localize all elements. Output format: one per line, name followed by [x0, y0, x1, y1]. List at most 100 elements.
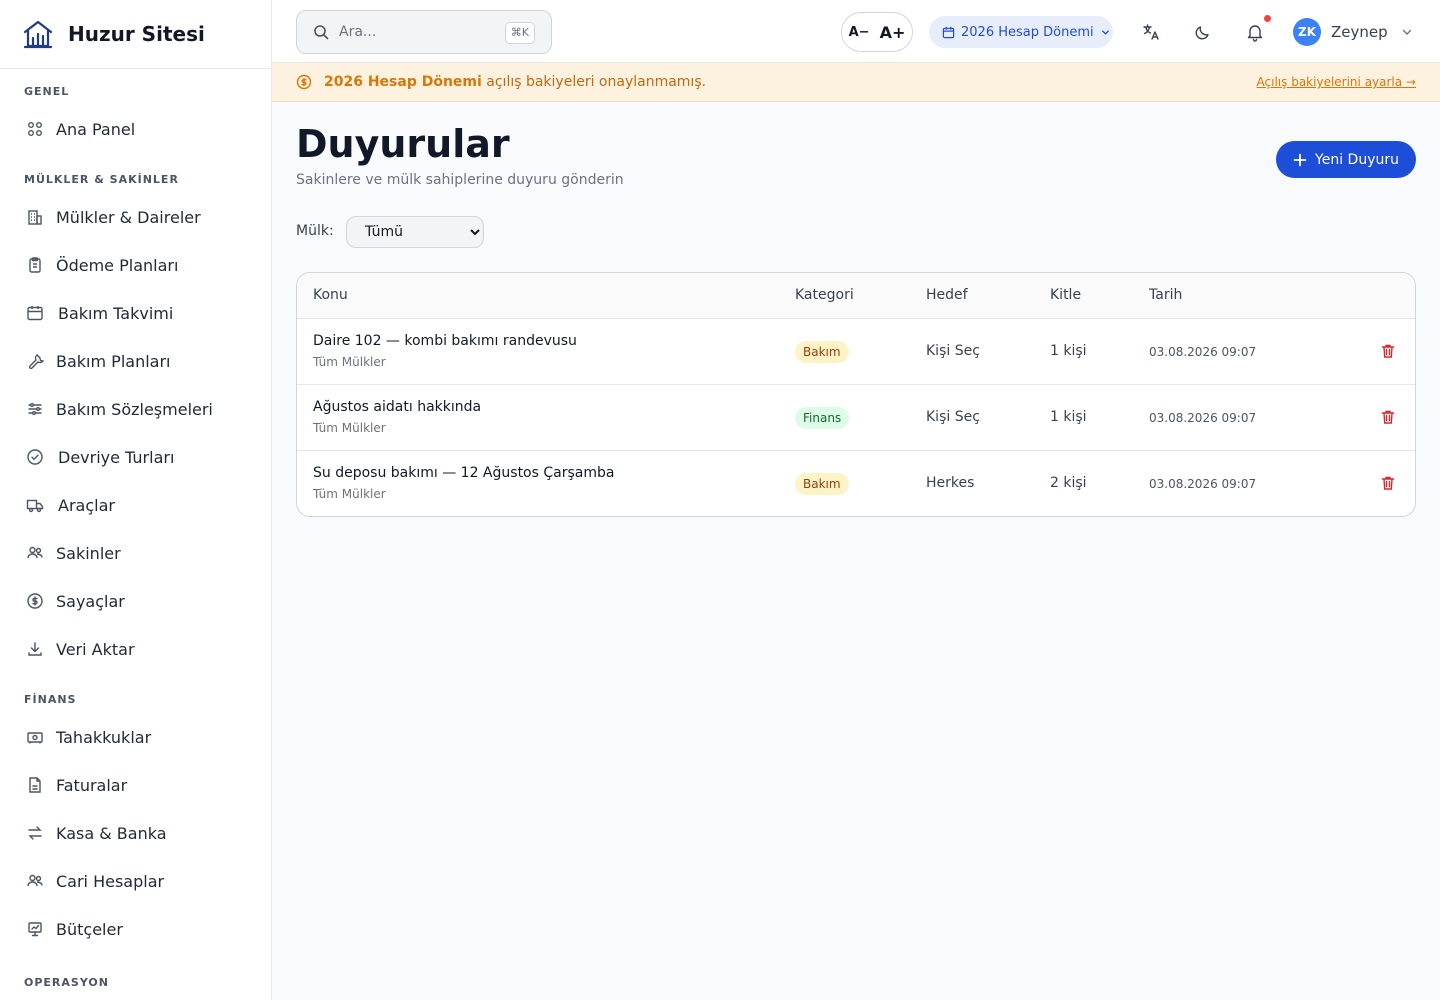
grid-icon [28, 122, 42, 136]
sidebar-item-label: Faturalar [56, 775, 128, 795]
sidebar-item-label: Ana Panel [56, 119, 136, 139]
warning-banner: 2026 Hesap Dönemi açılış bakiyeleri onay… [272, 63, 1440, 102]
building-chart-icon [23, 20, 53, 49]
download-icon [28, 642, 42, 656]
sidebar-item-odeme-planlari[interactable]: Ödeme Planları [0, 241, 271, 289]
period-selector[interactable]: 2026 Hesap Dönemi [929, 16, 1113, 48]
sidebar-item-label: Ödeme Planları [56, 255, 179, 275]
date-cell: 03.08.2026 09:07 [1149, 477, 1257, 491]
category-badge: Bakım [795, 341, 849, 363]
sidebar-item-ana-panel[interactable]: Ana Panel [0, 105, 271, 153]
sidebar-item-label: Araçlar [58, 495, 115, 515]
file-icon [29, 777, 41, 793]
banknote-icon [27, 732, 43, 744]
sidebar-item-label: Cari Hesaplar [56, 871, 165, 891]
new-announcement-button[interactable]: Yeni Duyuru [1276, 141, 1416, 178]
sidebar-item-label: Bakım Takvimi [58, 303, 174, 323]
sidebar-item-label: Bütçeler [56, 919, 123, 939]
audience-cell: 2 kişi [1050, 475, 1087, 491]
page-title: Duyurular [296, 122, 510, 166]
bell-icon[interactable] [1245, 22, 1265, 42]
new-announcement-label: Yeni Duyuru [1315, 151, 1399, 168]
banner-bold-text: 2026 Hesap Dönemi [324, 74, 482, 90]
date-cell: 03.08.2026 09:07 [1149, 411, 1257, 425]
avatar: ZK [1293, 18, 1321, 46]
sidebar: Huzur Sitesi GENEL Ana Panel MÜLKLER & S… [0, 0, 272, 1000]
sidebar-item-label: Bakım Sözleşmeleri [56, 399, 213, 419]
nav-section-mulkler: MÜLKLER & SAKİNLER [24, 173, 179, 186]
font-decrease-button[interactable]: A− [849, 25, 870, 40]
trash-icon[interactable] [1380, 343, 1396, 359]
sidebar-item-araclar[interactable]: Araçlar [0, 481, 271, 529]
calendar-icon [27, 306, 43, 321]
property-filter-select[interactable]: Tümü [346, 216, 484, 248]
announcement-scope: Tüm Mülkler [313, 421, 386, 435]
sidebar-item-label: Tahakkuklar [56, 727, 152, 747]
target-cell: Kişi Seç [926, 409, 980, 425]
announcement-subject: Su deposu bakımı — 12 Ağustos Çarşamba [313, 465, 615, 481]
category-badge: Bakım [795, 473, 849, 495]
sidebar-item-bakim-sozlesmeleri[interactable]: Bakım Sözleşmeleri [0, 385, 271, 433]
announcement-scope: Tüm Mülkler [313, 487, 386, 501]
column-header-audience: Kitle [1050, 287, 1082, 303]
search-input[interactable]: Ara... [339, 24, 376, 40]
announcement-scope: Tüm Mülkler [313, 355, 386, 369]
table-row[interactable]: Su deposu bakımı — 12 Ağustos Çarşamba T… [297, 451, 1415, 516]
sidebar-item-faturalar[interactable]: Faturalar [0, 761, 271, 809]
sidebar-item-veri-aktar[interactable]: Veri Aktar [0, 625, 271, 673]
sidebar-item-label: Mülkler & Daireler [56, 207, 201, 227]
sidebar-item-cari-hesaplar[interactable]: Cari Hesaplar [0, 857, 271, 905]
period-label: 2026 Hesap Dönemi [961, 24, 1094, 40]
announcement-subject: Daire 102 — kombi bakımı randevusu [313, 333, 577, 349]
chevron-down-icon [1101, 29, 1109, 35]
truck-icon [26, 499, 44, 513]
sidebar-item-tahakkuklar[interactable]: Tahakkuklar [0, 713, 271, 761]
brand[interactable]: Huzur Sitesi [0, 0, 271, 69]
table-row[interactable]: Ağustos aidatı hakkında Tüm Mülkler Fina… [297, 385, 1415, 451]
check-circle-icon [27, 449, 43, 465]
sidebar-item-sakinler[interactable]: Sakinler [0, 529, 271, 577]
translate-icon[interactable] [1141, 22, 1161, 42]
trash-icon[interactable] [1380, 409, 1396, 425]
audience-cell: 1 kişi [1050, 343, 1087, 359]
user-name: Zeynep [1331, 23, 1388, 41]
plus-icon [1293, 153, 1307, 166]
date-cell: 03.08.2026 09:07 [1149, 345, 1257, 359]
sidebar-item-butceler[interactable]: Bütçeler [0, 905, 271, 953]
sidebar-item-sayaclar[interactable]: Sayaçlar [0, 577, 271, 625]
property-filter-label: Mülk: [296, 223, 334, 239]
sidebar-item-mulkler[interactable]: Mülkler & Daireler [0, 193, 271, 241]
font-increase-button[interactable]: A+ [880, 23, 906, 42]
search-box[interactable]: Ara... ⌘K [296, 10, 552, 54]
banner-message: açılış bakiyeleri onaylanmamış. [481, 74, 707, 90]
sidebar-item-label: Devriye Turları [58, 447, 175, 467]
moon-icon[interactable] [1193, 22, 1213, 42]
presentation-icon [28, 922, 42, 937]
calendar-icon [942, 26, 955, 38]
sidebar-item-label: Sayaçlar [56, 591, 125, 611]
nav-section-finans: FİNANS [24, 693, 77, 706]
brand-name: Huzur Sitesi [68, 22, 205, 46]
sidebar-item-bakim-planlari[interactable]: Bakım Planları [0, 337, 271, 385]
trash-icon[interactable] [1380, 475, 1396, 491]
clipboard-icon [29, 257, 41, 273]
sidebar-item-devriye-turlari[interactable]: Devriye Turları [0, 433, 271, 481]
table-row[interactable]: Daire 102 — kombi bakımı randevusu Tüm M… [297, 319, 1415, 385]
table-header: Konu Kategori Hedef Kitle Tarih [297, 273, 1415, 319]
chevron-down-icon [1402, 29, 1411, 35]
notification-dot [1264, 15, 1271, 22]
category-badge: Finans [795, 407, 850, 429]
target-cell: Kişi Seç [926, 343, 980, 359]
dollar-circle-icon [296, 74, 312, 90]
search-icon [314, 25, 329, 40]
column-header-subject: Konu [313, 287, 348, 303]
transfer-icon [28, 826, 42, 840]
nav-section-genel: GENEL [24, 85, 70, 98]
wrench-icon [28, 354, 44, 370]
user-menu[interactable]: ZK Zeynep [1293, 18, 1414, 46]
banner-text: 2026 Hesap Dönemi açılış bakiyeleri onay… [324, 74, 706, 90]
sidebar-item-bakim-takvimi[interactable]: Bakım Takvimi [0, 289, 271, 337]
opening-balances-link[interactable]: Açılış bakiyelerini ayarla → [1257, 75, 1416, 89]
sidebar-item-kasa-banka[interactable]: Kasa & Banka [0, 809, 271, 857]
column-header-target: Hedef [926, 287, 968, 303]
